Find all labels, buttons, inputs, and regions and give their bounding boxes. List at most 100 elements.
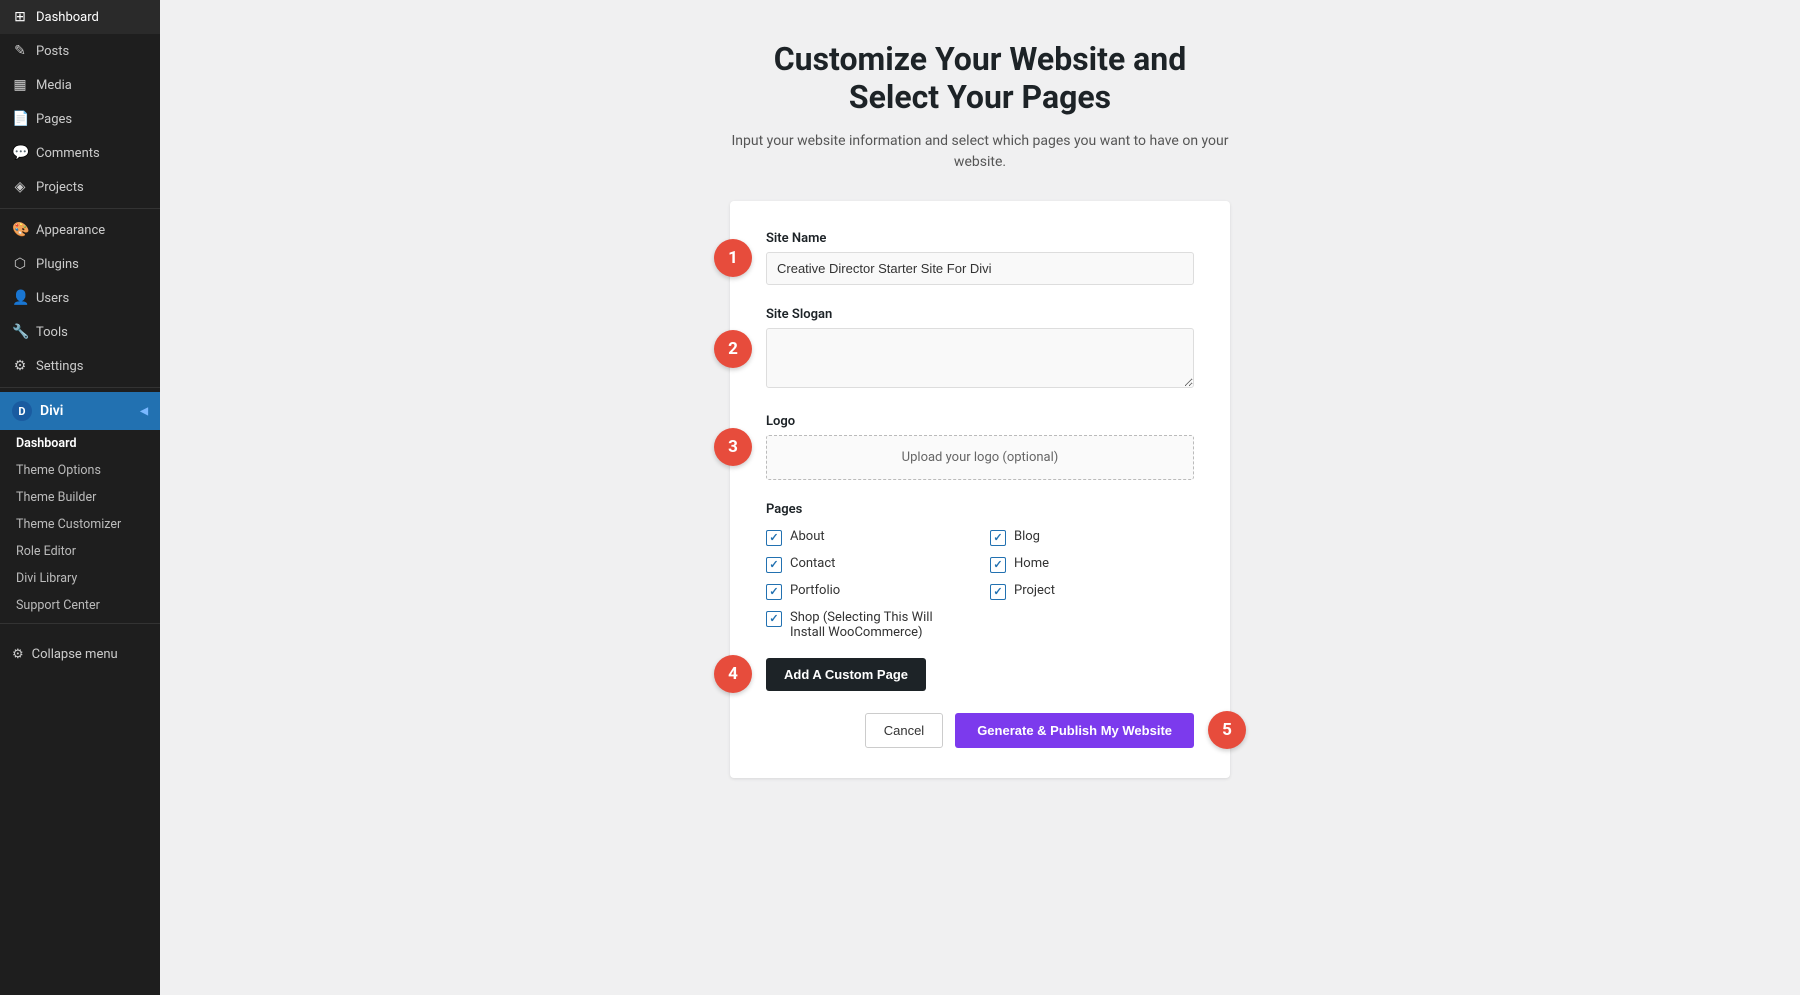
sidebar-item-users[interactable]: 👤 Users — [0, 281, 160, 315]
collapse-menu-item[interactable]: ⚙ Collapse menu — [0, 638, 160, 671]
sidebar-item-comments[interactable]: 💬 Comments — [0, 136, 160, 170]
plugins-icon: ⬡ — [12, 256, 28, 272]
collapse-menu-label: Collapse menu — [32, 647, 118, 662]
divi-icon: D — [12, 401, 32, 421]
pages-grid: ✓ About ✓ Contact ✓ Portfolio ✓ Shop (Se… — [766, 529, 1194, 640]
sidebar-item-label: Appearance — [36, 223, 105, 238]
blog-checkmark[interactable]: ✓ — [990, 530, 1006, 546]
page-title: Customize Your Website and Select Your P… — [774, 40, 1187, 117]
logo-upload-text: Upload your logo (optional) — [902, 450, 1059, 465]
appearance-icon: 🎨 — [12, 222, 28, 238]
step1-badge: 1 — [714, 239, 752, 277]
home-label: Home — [1014, 556, 1049, 571]
generate-publish-button[interactable]: Generate & Publish My Website — [955, 713, 1194, 748]
divi-sub-theme-customizer[interactable]: Theme Customizer — [0, 511, 160, 538]
sidebar: ⊞ Dashboard ✎ Posts ▦ Media 📄 Pages 💬 Co… — [0, 0, 160, 995]
wizard-card: 1 Site Name 2 Site Slogan 3 Logo Upload … — [730, 201, 1230, 778]
pages-label: Pages — [766, 502, 1194, 517]
project-label: Project — [1014, 583, 1055, 598]
page-project[interactable]: ✓ Project — [990, 583, 1194, 600]
divi-sub-role-editor[interactable]: Role Editor — [0, 538, 160, 565]
posts-icon: ✎ — [12, 43, 28, 59]
sidebar-item-label: Media — [36, 78, 72, 93]
divi-sub-theme-builder[interactable]: Theme Builder — [0, 484, 160, 511]
sidebar-item-divi[interactable]: D Divi ◀ — [0, 392, 160, 430]
media-icon: ▦ — [12, 77, 28, 93]
sidebar-item-pages[interactable]: 📄 Pages — [0, 102, 160, 136]
sidebar-item-plugins[interactable]: ⬡ Plugins — [0, 247, 160, 281]
contact-checkmark[interactable]: ✓ — [766, 557, 782, 573]
page-contact[interactable]: ✓ Contact — [766, 556, 970, 573]
step4-row: 4 Add A Custom Page — [766, 658, 1194, 691]
divi-sub-support-center[interactable]: Support Center — [0, 592, 160, 619]
site-name-input[interactable] — [766, 252, 1194, 285]
add-custom-page-button[interactable]: Add A Custom Page — [766, 658, 926, 691]
contact-label: Contact — [790, 556, 835, 571]
divi-submenu: Dashboard Theme Options Theme Builder Th… — [0, 430, 160, 619]
logo-label: Logo — [766, 414, 1194, 429]
page-shop[interactable]: ✓ Shop (Selecting This Will Install WooC… — [766, 610, 970, 640]
divi-menu-section: D Divi ◀ — [0, 392, 160, 430]
logo-upload-area[interactable]: Upload your logo (optional) — [766, 435, 1194, 480]
projects-icon: ◈ — [12, 179, 28, 195]
page-portfolio[interactable]: ✓ Portfolio — [766, 583, 970, 600]
sidebar-item-label: Dashboard — [36, 10, 99, 25]
step2-badge: 2 — [714, 330, 752, 368]
step5-badge: 5 — [1208, 711, 1246, 749]
settings-icon: ⚙ — [12, 358, 28, 374]
about-checkmark[interactable]: ✓ — [766, 530, 782, 546]
sidebar-item-label: Comments — [36, 146, 100, 161]
sidebar-item-appearance[interactable]: 🎨 Appearance — [0, 213, 160, 247]
shop-checkmark[interactable]: ✓ — [766, 611, 782, 627]
page-about[interactable]: ✓ About — [766, 529, 970, 546]
shop-label: Shop (Selecting This Will Install WooCom… — [790, 610, 970, 640]
sidebar-item-posts[interactable]: ✎ Posts — [0, 34, 160, 68]
sidebar-item-label: Posts — [36, 44, 69, 59]
page-subtitle: Input your website information and selec… — [730, 131, 1230, 173]
sidebar-item-dashboard[interactable]: ⊞ Dashboard — [0, 0, 160, 34]
project-checkmark[interactable]: ✓ — [990, 584, 1006, 600]
sidebar-item-label: Pages — [36, 112, 72, 127]
divi-sub-dashboard[interactable]: Dashboard — [0, 430, 160, 457]
sidebar-item-label: Projects — [36, 180, 84, 195]
portfolio-label: Portfolio — [790, 583, 840, 598]
dashboard-icon: ⊞ — [12, 9, 28, 25]
sidebar-item-label: Divi — [40, 403, 63, 419]
step3-badge: 3 — [714, 428, 752, 466]
step4-badge: 4 — [714, 655, 752, 693]
main-content: Customize Your Website and Select Your P… — [160, 0, 1800, 995]
divi-sub-theme-options[interactable]: Theme Options — [0, 457, 160, 484]
site-name-label: Site Name — [766, 231, 1194, 246]
pages-col2: ✓ Blog ✓ Home ✓ Project — [990, 529, 1194, 640]
comments-icon: 💬 — [12, 145, 28, 161]
home-checkmark[interactable]: ✓ — [990, 557, 1006, 573]
site-slogan-label: Site Slogan — [766, 307, 1194, 322]
portfolio-checkmark[interactable]: ✓ — [766, 584, 782, 600]
sidebar-item-settings[interactable]: ⚙ Settings — [0, 349, 160, 383]
site-slogan-input[interactable] — [766, 328, 1194, 388]
sidebar-item-projects[interactable]: ◈ Projects — [0, 170, 160, 204]
cancel-button[interactable]: Cancel — [865, 713, 943, 748]
step2-row: 2 Site Slogan — [766, 307, 1194, 392]
pages-icon: 📄 — [12, 111, 28, 127]
tools-icon: 🔧 — [12, 324, 28, 340]
step1-row: 1 Site Name — [766, 231, 1194, 285]
sidebar-item-label: Users — [36, 291, 69, 306]
action-row: Cancel Generate & Publish My Website 5 — [766, 713, 1194, 748]
page-home[interactable]: ✓ Home — [990, 556, 1194, 573]
sidebar-item-label: Plugins — [36, 257, 79, 272]
sidebar-item-media[interactable]: ▦ Media — [0, 68, 160, 102]
step3-row: 3 Logo Upload your logo (optional) — [766, 414, 1194, 480]
sidebar-item-label: Tools — [36, 325, 68, 340]
divi-sub-divi-library[interactable]: Divi Library — [0, 565, 160, 592]
chevron-right-icon: ◀ — [140, 406, 148, 417]
sidebar-item-tools[interactable]: 🔧 Tools — [0, 315, 160, 349]
collapse-icon: ⚙ — [12, 647, 24, 662]
about-label: About — [790, 529, 825, 544]
users-icon: 👤 — [12, 290, 28, 306]
page-blog[interactable]: ✓ Blog — [990, 529, 1194, 546]
pages-col1: ✓ About ✓ Contact ✓ Portfolio ✓ Shop (Se… — [766, 529, 970, 640]
pages-section: Pages ✓ About ✓ Contact ✓ Portfolio — [766, 502, 1194, 640]
blog-label: Blog — [1014, 529, 1040, 544]
sidebar-item-label: Settings — [36, 359, 83, 374]
